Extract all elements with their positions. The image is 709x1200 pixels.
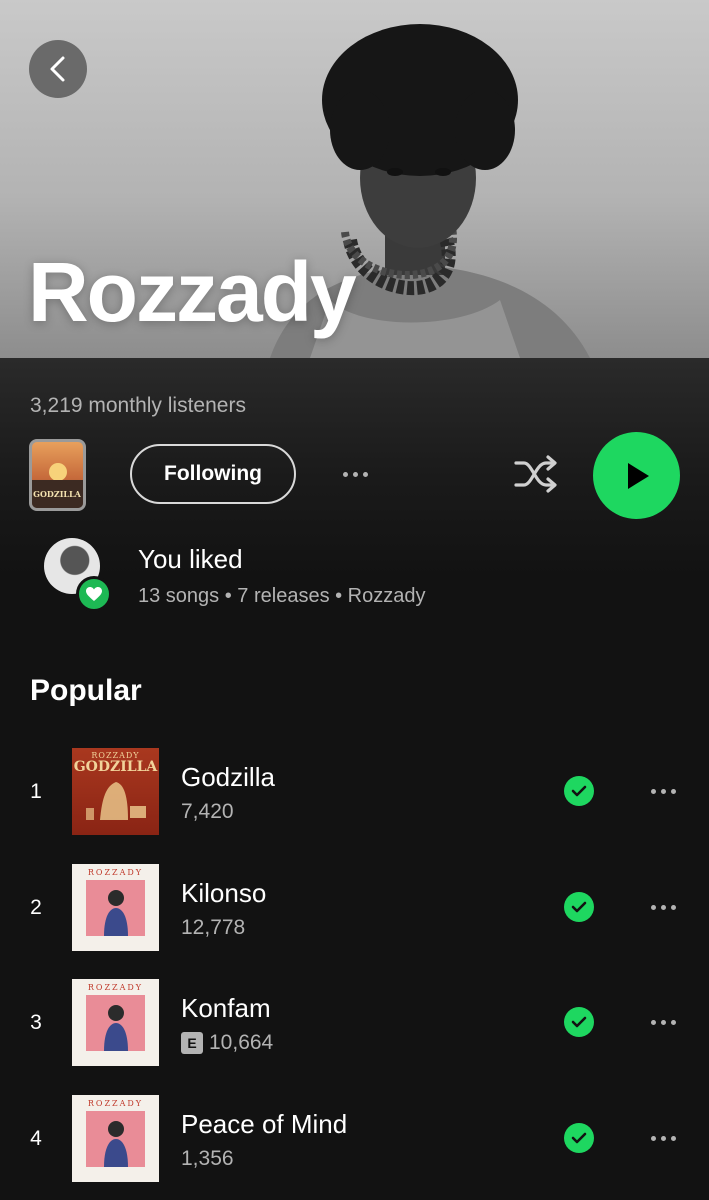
shuffle-icon [514,455,557,493]
check-icon [571,785,587,797]
track-artwork: ROZZADY [72,979,159,1066]
saved-check[interactable] [564,776,594,806]
liked-songs-row[interactable]: You liked 13 songs • 7 releases • Rozzad… [0,538,709,612]
track-row[interactable]: 4 ROZZADY Peace of Mind 1,356 [0,1095,709,1183]
back-button[interactable] [29,40,87,98]
liked-badge [76,576,112,612]
explicit-badge: E [181,1032,203,1054]
track-artwork: ROZZADY [72,1095,159,1182]
liked-title: You liked [138,544,243,574]
track-plays: 1,356 [181,1147,234,1171]
track-artwork: ROZZADY [72,864,159,951]
track-row[interactable]: 1 ROZZADY GODZILLA Godzilla 7,420 [0,748,709,836]
heart-icon [86,587,102,601]
track-title: Kilonso [181,878,267,908]
track-title: Konfam [181,993,271,1023]
monthly-listeners: 3,219 monthly listeners [30,394,246,417]
latest-release-thumbnail[interactable]: GODZILLA [29,439,86,511]
follow-button[interactable]: Following [130,444,296,504]
play-icon [627,462,649,489]
track-more-button[interactable] [651,1131,676,1145]
more-icon [343,471,348,477]
saved-check[interactable] [564,1123,594,1153]
track-rank: 1 [30,780,42,803]
release-cover-art: GODZILLA [32,463,83,508]
track-title: Godzilla [181,762,275,792]
popular-heading: Popular [30,674,142,707]
track-row[interactable]: 3 ROZZADY Konfam E 10,664 [0,979,709,1067]
liked-subtitle: 13 songs • 7 releases • Rozzady [138,585,426,607]
track-artwork: ROZZADY GODZILLA [72,748,159,835]
more-options-button[interactable] [343,462,368,486]
track-title: Peace of Mind [181,1109,348,1139]
chevron-left-icon [50,56,65,82]
track-plays: 12,778 [181,916,245,940]
play-count: 7,420 [181,800,234,823]
track-more-button[interactable] [651,900,676,914]
track-row[interactable]: 2 ROZZADY Kilonso 12,778 [0,864,709,952]
play-count: 10,664 [209,1031,274,1054]
track-more-button[interactable] [651,784,676,798]
play-button[interactable] [593,432,680,519]
check-icon [571,1016,587,1028]
artist-name: Rozzady [28,245,357,339]
artist-page: Rozzady 3,219 monthly listeners GODZILLA… [0,0,709,1200]
more-icon [651,1135,656,1141]
more-icon [651,1019,656,1025]
more-icon [651,788,656,794]
more-icon [651,904,656,910]
release-cover-label: GODZILLA [33,489,82,499]
saved-check[interactable] [564,1007,594,1037]
artist-hero: Rozzady [0,0,709,358]
play-count: 12,778 [181,916,246,939]
check-icon [571,901,587,913]
shuffle-button[interactable] [512,453,560,495]
artist-content: 3,219 monthly listeners GODZILLA Followi… [0,358,709,1200]
track-more-button[interactable] [651,1015,676,1029]
check-icon [571,1132,587,1144]
track-plays: E 10,664 [181,1031,273,1055]
saved-check[interactable] [564,892,594,922]
track-rank: 4 [30,1127,42,1150]
play-count: 1,356 [181,1147,234,1170]
track-rank: 2 [30,896,42,919]
track-plays: 7,420 [181,800,234,824]
track-rank: 3 [30,1011,42,1034]
